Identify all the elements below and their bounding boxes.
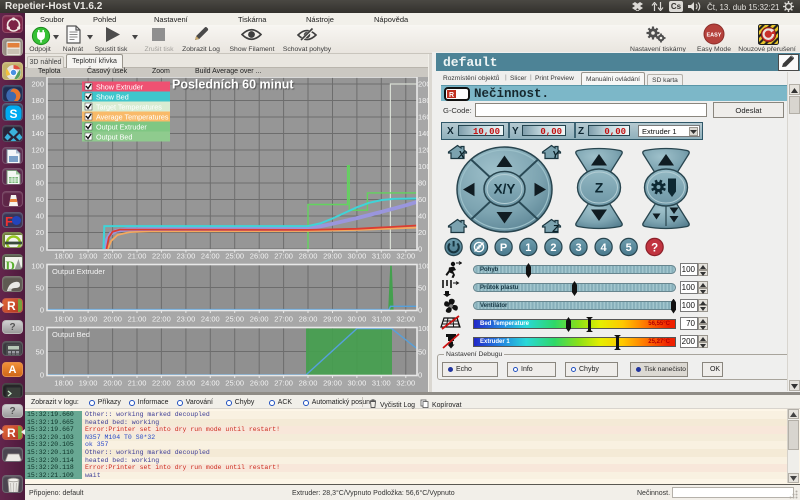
svg-text:40: 40 xyxy=(36,212,44,221)
svg-text:29:00: 29:00 xyxy=(323,252,342,261)
svg-text:0: 0 xyxy=(40,245,44,254)
svg-text:50: 50 xyxy=(36,347,44,356)
svg-text:20:00: 20:00 xyxy=(103,252,122,261)
svg-text:Average Temperatures: Average Temperatures xyxy=(96,112,169,121)
svg-text:Target Temperatures: Target Temperatures xyxy=(96,102,162,111)
svg-text:100: 100 xyxy=(31,324,44,333)
svg-text:21:00: 21:00 xyxy=(128,252,147,261)
svg-text:60: 60 xyxy=(36,195,44,204)
svg-text:200: 200 xyxy=(31,80,44,89)
svg-text:Output Bed: Output Bed xyxy=(96,132,132,141)
svg-text:22:00: 22:00 xyxy=(152,379,171,388)
svg-text:21:00: 21:00 xyxy=(128,315,147,324)
svg-text:25:00: 25:00 xyxy=(225,252,244,261)
svg-text:27:00: 27:00 xyxy=(274,252,293,261)
svg-text:29:00: 29:00 xyxy=(323,379,342,388)
svg-text:18:00: 18:00 xyxy=(54,379,73,388)
svg-text:28:00: 28:00 xyxy=(299,252,318,261)
svg-text:24:00: 24:00 xyxy=(201,252,220,261)
svg-text:19:00: 19:00 xyxy=(79,252,98,261)
svg-text:18:00: 18:00 xyxy=(54,252,73,261)
svg-text:50: 50 xyxy=(36,284,44,293)
svg-text:Output Bed: Output Bed xyxy=(52,330,90,339)
svg-text:21:00: 21:00 xyxy=(128,379,147,388)
svg-text:26:00: 26:00 xyxy=(250,252,269,261)
svg-text:X/Y: X/Y xyxy=(494,182,516,197)
svg-text:0: 0 xyxy=(40,371,44,380)
svg-text:0: 0 xyxy=(418,306,422,315)
svg-text:23:00: 23:00 xyxy=(177,252,196,261)
svg-text:22:00: 22:00 xyxy=(152,315,171,324)
svg-text:31:00: 31:00 xyxy=(372,315,391,324)
svg-text:S: S xyxy=(9,107,17,121)
svg-text:180: 180 xyxy=(31,96,44,105)
svg-text:80: 80 xyxy=(418,179,426,188)
svg-text:19:00: 19:00 xyxy=(79,315,98,324)
svg-text:30:00: 30:00 xyxy=(348,315,367,324)
svg-text:R: R xyxy=(449,92,454,99)
svg-text:29:00: 29:00 xyxy=(323,315,342,324)
svg-text:50: 50 xyxy=(418,347,426,356)
svg-text:22:00: 22:00 xyxy=(152,252,171,261)
svg-text:60: 60 xyxy=(418,195,426,204)
svg-text:3: 3 xyxy=(575,242,581,254)
svg-text:160: 160 xyxy=(31,113,44,122)
svg-text:Z: Z xyxy=(595,180,604,196)
svg-text:1: 1 xyxy=(525,242,531,254)
svg-text:140: 140 xyxy=(31,129,44,138)
svg-text:20:00: 20:00 xyxy=(103,379,122,388)
svg-text:23:00: 23:00 xyxy=(177,379,196,388)
svg-text:EASY: EASY xyxy=(707,33,722,39)
svg-text:Posledních 60 minut: Posledních 60 minut xyxy=(172,78,294,92)
svg-text:120: 120 xyxy=(31,146,44,155)
svg-text:27:00: 27:00 xyxy=(274,379,293,388)
svg-text:20: 20 xyxy=(36,228,44,237)
svg-text:25:00: 25:00 xyxy=(225,379,244,388)
svg-text:5: 5 xyxy=(626,242,632,254)
svg-text:18:00: 18:00 xyxy=(54,315,73,324)
svg-text:25:00: 25:00 xyxy=(225,315,244,324)
svg-text:Show Bed: Show Bed xyxy=(96,92,129,101)
svg-text:Show Extruder: Show Extruder xyxy=(96,82,144,91)
svg-text:26:00: 26:00 xyxy=(250,315,269,324)
svg-text:32:00: 32:00 xyxy=(396,379,415,388)
svg-text:20: 20 xyxy=(418,228,426,237)
svg-text:80: 80 xyxy=(36,179,44,188)
svg-text:30:00: 30:00 xyxy=(348,379,367,388)
svg-text:Output Extruder: Output Extruder xyxy=(52,267,105,276)
svg-text:4: 4 xyxy=(601,242,608,254)
svg-text:0: 0 xyxy=(418,245,422,254)
svg-text:24:00: 24:00 xyxy=(201,379,220,388)
svg-text:31:00: 31:00 xyxy=(372,252,391,261)
svg-text:40: 40 xyxy=(418,212,426,221)
svg-text:32:00: 32:00 xyxy=(396,315,415,324)
svg-text:0: 0 xyxy=(40,306,44,315)
svg-text:24:00: 24:00 xyxy=(201,315,220,324)
svg-text:0: 0 xyxy=(418,371,422,380)
svg-text:X: X xyxy=(457,150,466,161)
svg-text:19:00: 19:00 xyxy=(79,379,98,388)
svg-text:Output Extruder: Output Extruder xyxy=(96,122,147,131)
svg-text:20:00: 20:00 xyxy=(103,315,122,324)
svg-text:100: 100 xyxy=(31,261,44,270)
svg-text:28:00: 28:00 xyxy=(299,379,318,388)
svg-text:26:00: 26:00 xyxy=(250,379,269,388)
svg-text:100: 100 xyxy=(31,162,44,171)
svg-text:?: ? xyxy=(651,243,658,255)
svg-text:31:00: 31:00 xyxy=(372,379,391,388)
svg-text:23:00: 23:00 xyxy=(177,315,196,324)
svg-text:50: 50 xyxy=(418,284,426,293)
svg-text:32:00: 32:00 xyxy=(396,252,415,261)
svg-text:Z: Z xyxy=(551,224,559,235)
svg-text:2: 2 xyxy=(550,242,556,254)
svg-text:P: P xyxy=(500,242,507,254)
svg-text:30:00: 30:00 xyxy=(348,252,367,261)
svg-text:27:00: 27:00 xyxy=(274,315,293,324)
svg-text:28:00: 28:00 xyxy=(299,315,318,324)
svg-text:D: D xyxy=(6,258,15,270)
